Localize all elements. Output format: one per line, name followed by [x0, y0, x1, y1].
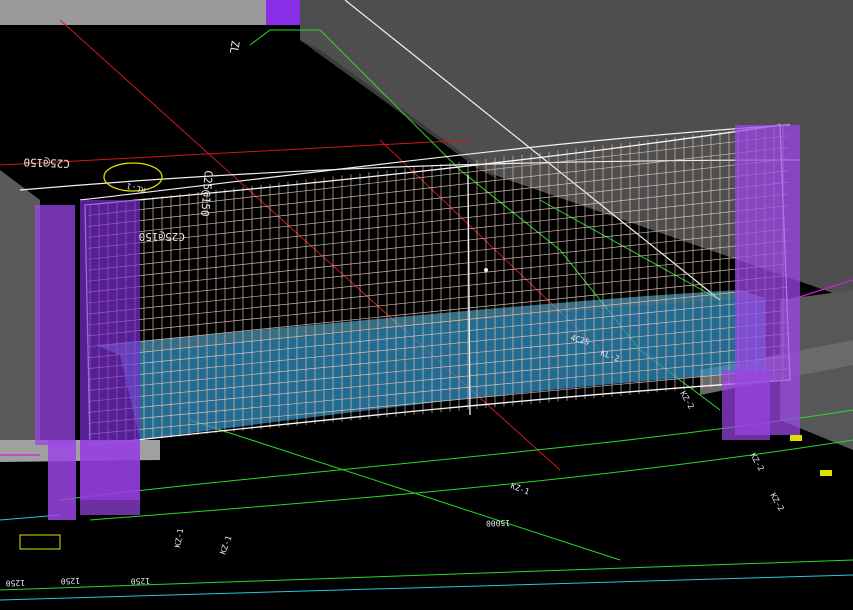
stair-mark: [19, 534, 61, 550]
column-top: [266, 0, 300, 25]
dim-main-label: 15000: [486, 518, 511, 528]
dim-b-label: 1250: [130, 576, 150, 586]
right-detail-mark: [790, 435, 802, 441]
rebar-label-a: C25@150: [23, 155, 70, 170]
cad-3d-viewport[interactable]: ZL C25@150 KL-1 C25@150 C25@150 4C25 KL-…: [0, 0, 853, 610]
top-tag-label: ZL: [227, 39, 242, 55]
column-right-lower: [722, 370, 770, 440]
right-tag-a: KZ-2: [678, 390, 696, 411]
right-detail-mark-2: [820, 470, 832, 476]
bottom-tag-b: KZ-1: [218, 534, 233, 555]
dim-c-label: 1250: [5, 578, 25, 588]
column-left-lower: [48, 440, 76, 520]
beam-tag-label: KL-1: [125, 181, 146, 195]
rebar-longitudinal: [87, 216, 789, 293]
dim-a-label: 1250: [60, 576, 80, 586]
column-left-lower-front: [80, 440, 140, 515]
rebar-label-b: C25@150: [139, 230, 185, 243]
bottom-tag-a: KZ-1: [509, 481, 530, 496]
column-left-back: [35, 205, 75, 445]
cyan-lines: [0, 514, 853, 601]
right-tag-b: KZ-2: [748, 452, 766, 473]
bottom-tag-c: KZ-1: [173, 528, 185, 549]
node-marker: [484, 268, 488, 272]
top-left-slab: [0, 0, 270, 25]
right-tag-c: KZ-2: [768, 492, 786, 513]
rebar-longitudinal: [87, 228, 789, 304]
left-slab: [0, 170, 40, 450]
